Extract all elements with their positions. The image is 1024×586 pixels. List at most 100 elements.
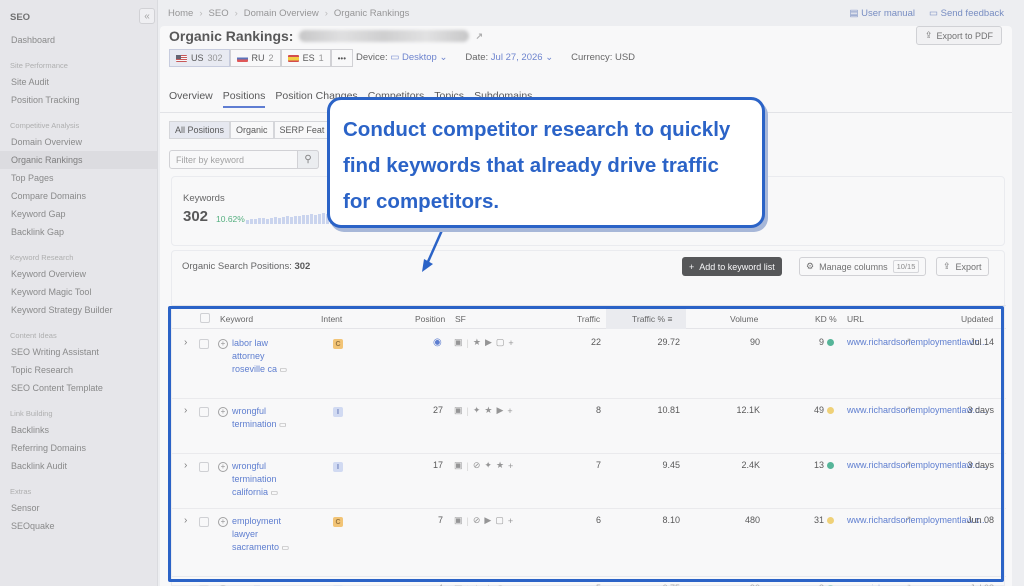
row-checkbox[interactable] xyxy=(199,517,209,527)
sidebar-item-backlink-gap[interactable]: Backlink Gap xyxy=(0,223,157,241)
col-traffic[interactable]: Traffic xyxy=(577,314,600,324)
manage-columns-button[interactable]: ⚙ Manage columns 10/15 xyxy=(799,257,927,276)
sidebar-item-keyword-strategy-builder[interactable]: Keyword Strategy Builder xyxy=(0,301,157,319)
serp-feature-icon: ✦ xyxy=(472,405,481,415)
table-row[interactable]: ›+roseville ▭I4▣|✦★⊘+56.75903www.richar↗… xyxy=(172,577,1006,586)
sidebar-item-referring-domains[interactable]: Referring Domains xyxy=(0,439,157,457)
sparkline-bar xyxy=(302,215,305,224)
sidebar-item-position-tracking[interactable]: Position Tracking xyxy=(0,91,157,109)
row-checkbox[interactable] xyxy=(199,407,209,417)
sidebar-item-organic-rankings[interactable]: Organic Rankings xyxy=(0,151,157,169)
expand-row-icon[interactable]: › xyxy=(184,337,187,348)
row-checkbox[interactable] xyxy=(199,462,209,472)
serp-snapshot-icon[interactable]: ▭ xyxy=(279,420,287,429)
keyword-link[interactable]: labor law attorney roseville ca xyxy=(232,338,277,374)
collapse-sidebar-icon[interactable]: « xyxy=(139,8,155,24)
database-ru[interactable]: RU 2 xyxy=(229,49,281,67)
col-keyword[interactable]: Keyword xyxy=(220,314,253,324)
sidebar-item-backlinks[interactable]: Backlinks xyxy=(0,421,157,439)
col-intent[interactable]: Intent xyxy=(321,314,342,324)
external-link-icon[interactable]: ↗ xyxy=(475,31,483,42)
sidebar-item-backlink-audit[interactable]: Backlink Audit xyxy=(0,457,157,475)
device-filter[interactable]: Device: ▭ Desktop ⌄ xyxy=(356,52,447,63)
sidebar-item-seoquake[interactable]: SEOquake xyxy=(0,517,157,535)
sidebar-item-keyword-magic-tool[interactable]: Keyword Magic Tool xyxy=(0,283,157,301)
search-icon[interactable]: ⚲ xyxy=(297,150,319,169)
url-link[interactable]: www.richardsonemploymentlaw.c... xyxy=(847,460,987,471)
subtab-organic[interactable]: Organic xyxy=(230,121,274,139)
serp-feature-icon: + xyxy=(508,337,514,348)
add-keyword-icon[interactable]: + xyxy=(218,517,228,527)
export-label: Export xyxy=(955,261,982,272)
add-to-keyword-list-button[interactable]: + Add to keyword list xyxy=(682,257,782,276)
user-manual-link[interactable]: ▤ User manual xyxy=(850,8,915,19)
keyword-cell[interactable]: wrongful termination ▭ xyxy=(232,405,292,431)
col-updated[interactable]: Updated xyxy=(961,314,993,324)
breadcrumb-seo[interactable]: SEO xyxy=(209,8,229,19)
serp-snapshot-icon[interactable]: ▭ xyxy=(280,365,288,374)
subtab-serp-features[interactable]: SERP Feat xyxy=(273,121,331,139)
col-traffic-pct[interactable]: Traffic % ≡ xyxy=(632,314,672,324)
sidebar-item-domain-overview[interactable]: Domain Overview xyxy=(0,133,157,151)
external-link-icon[interactable]: ↗ xyxy=(904,514,912,525)
url-link[interactable]: www.richardsonemploymentlaw.c... xyxy=(847,337,987,348)
sidebar-item-topic-research[interactable]: Topic Research xyxy=(0,361,157,379)
expand-row-icon[interactable]: › xyxy=(184,405,187,416)
table-row[interactable]: › + wrongful termination california ▭ I 17 ▣ |… xyxy=(172,454,1006,509)
breadcrumb-domain-overview[interactable]: Domain Overview xyxy=(244,8,319,19)
external-link-icon[interactable]: ↗ xyxy=(904,459,912,470)
external-link-icon[interactable]: ↗ xyxy=(904,582,912,586)
url-link[interactable]: www.richardsonemploymentlaw.c... xyxy=(847,405,987,416)
col-kd[interactable]: KD % xyxy=(815,314,837,324)
sidebar-item-dashboard[interactable]: Dashboard xyxy=(0,31,157,49)
sidebar-item-sensor[interactable]: Sensor xyxy=(0,499,157,517)
col-volume[interactable]: Volume xyxy=(730,314,758,324)
breadcrumb-home[interactable]: Home xyxy=(168,8,193,19)
table-row[interactable]: › + labor law attorney roseville ca ▭ C ◉ ▣ | ★… xyxy=(172,331,1006,399)
send-feedback-link[interactable]: ▭ Send feedback xyxy=(929,8,1004,19)
external-link-icon[interactable]: ↗ xyxy=(904,336,912,347)
serp-snapshot-icon[interactable]: ▭ xyxy=(282,543,290,552)
serp-snapshot-icon[interactable]: ▭ xyxy=(271,488,279,497)
more-databases-button[interactable]: ••• xyxy=(330,49,353,67)
sidebar-item-top-pages[interactable]: Top Pages xyxy=(0,169,157,187)
col-position[interactable]: Position xyxy=(415,314,445,324)
url-link[interactable]: www.richardsonemploymentlaw.c... xyxy=(847,515,987,526)
sidebar-item-seo-content-template[interactable]: SEO Content Template xyxy=(0,379,157,397)
add-keyword-icon[interactable]: + xyxy=(218,339,228,349)
expand-row-icon[interactable]: › xyxy=(184,460,187,471)
sidebar-item-seo-writing-assistant[interactable]: SEO Writing Assistant xyxy=(0,343,157,361)
export-pdf-button[interactable]: ⇪ Export to PDF xyxy=(915,26,1002,45)
row-checkbox[interactable] xyxy=(199,339,209,349)
date-filter[interactable]: Date: Jul 27, 2026 ⌄ xyxy=(465,52,553,63)
tab-positions[interactable]: Positions xyxy=(222,90,266,108)
serp-feature-icon: ▣ xyxy=(454,405,463,415)
serp-feature-icon: ▢ xyxy=(495,337,505,347)
sparkline-bar xyxy=(274,217,277,224)
sidebar-item-site-audit[interactable]: Site Audit xyxy=(0,73,157,91)
keyword-link[interactable]: wrongful termination xyxy=(232,406,277,429)
sidebar-item-compare-domains[interactable]: Compare Domains xyxy=(0,187,157,205)
tab-overview[interactable]: Overview xyxy=(169,90,213,108)
serp-features-cell: ▣ | ★ ▶ ▢ + xyxy=(454,337,514,348)
col-url[interactable]: URL xyxy=(847,314,864,324)
keyword-cell[interactable]: employment lawyer sacramento ▭ xyxy=(232,515,292,554)
add-keyword-icon[interactable]: + xyxy=(218,462,228,472)
select-all-checkbox[interactable] xyxy=(200,313,210,323)
sidebar-item-keyword-gap[interactable]: Keyword Gap xyxy=(0,205,157,223)
keyword-cell[interactable]: wrongful termination california ▭ xyxy=(232,460,292,499)
keyword-link[interactable]: employment lawyer sacramento xyxy=(232,516,281,552)
expand-row-icon[interactable]: › xyxy=(184,515,187,526)
table-row[interactable]: › + wrongful termination ▭ I 27 ▣ | ✦ ★ ▶ + 8 10.81 1… xyxy=(172,399,1006,454)
serp-features-cell: ▣ | ⊘ ✦ ★ + xyxy=(454,460,514,471)
database-es[interactable]: ES 1 xyxy=(280,49,331,67)
sidebar-item-keyword-overview[interactable]: Keyword Overview xyxy=(0,265,157,283)
subtab-all-positions[interactable]: All Positions xyxy=(169,121,231,139)
table-row[interactable]: › + employment lawyer sacramento ▭ C 7 ▣ | ⊘ ▶ ▢ +… xyxy=(172,509,1006,577)
database-us[interactable]: US 302 xyxy=(169,49,230,67)
external-link-icon[interactable]: ↗ xyxy=(904,404,912,415)
export-button[interactable]: ⇪ Export xyxy=(936,257,989,276)
col-sf[interactable]: SF xyxy=(455,314,466,324)
add-keyword-icon[interactable]: + xyxy=(218,407,228,417)
keyword-cell[interactable]: labor law attorney roseville ca ▭ xyxy=(232,337,292,376)
